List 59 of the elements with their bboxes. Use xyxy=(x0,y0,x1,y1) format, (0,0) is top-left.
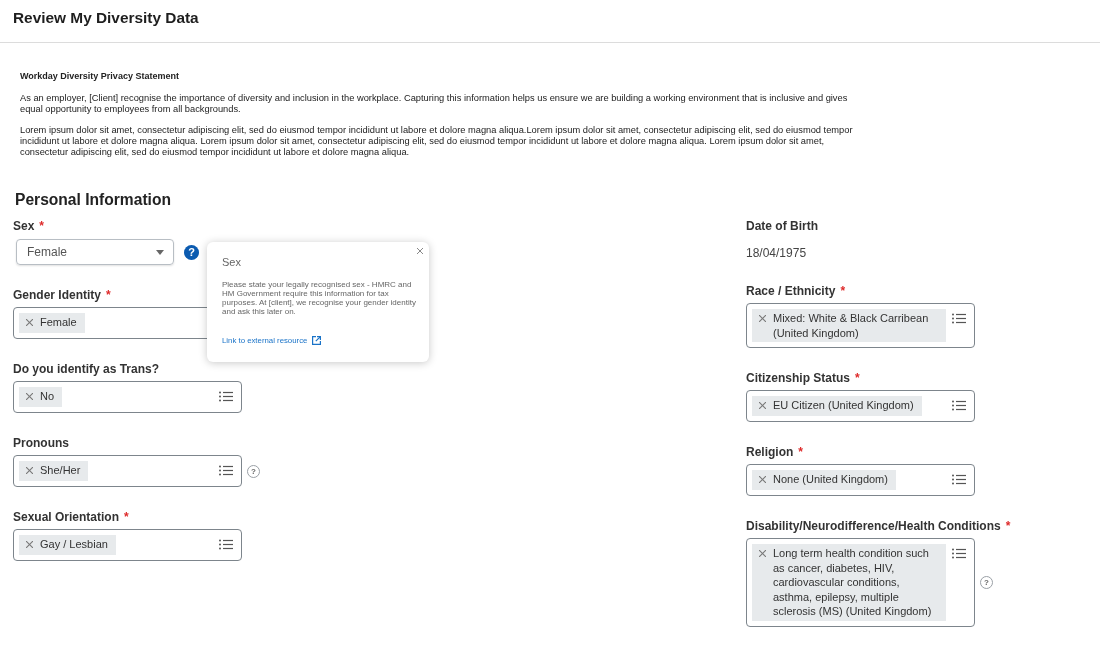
tag-label: None (United Kingdom) xyxy=(773,472,888,487)
statement-paragraph: Lorem ipsum dolor sit amet, consectetur adipiscing elit, sed do eiusmod tempor incididunt ut labore et dolore magna aliqua.Lorem ipsum dolor sit amet, consectetur adipiscing elit, sed do eiusmod tempor incididunt ut labore et dolore magna aliqua. Lorem ipsum dolor sit amet, consectetur adipiscing elit, sed do eiusmod tempor incididunt ut labore et dolore magna aliqua. Lorem ipsum dolor sit amet, consectetur adipiscing elit, sed do eiusmod tempor incididunt ut labore et dolore magna aliqua. xyxy=(20,125,854,158)
statement-title: Workday Diversity Privacy Statement xyxy=(20,71,180,82)
section-title: Personal Information xyxy=(15,190,172,210)
list-icon[interactable] xyxy=(952,548,966,559)
statement-paragraph: As an employer, [Client] recognise the importance of diversity and inclusion in the workplace. Capturing this information helps us ensure we are building a working environment that is inclusive and gives equal opportunity to employees from all backgrounds. xyxy=(20,93,849,115)
field-label: Gender Identity xyxy=(13,287,101,303)
required-asterisk: * xyxy=(39,218,45,234)
remove-icon[interactable] xyxy=(759,550,766,557)
field-label: Disability/Neurodifference/Health Conditions xyxy=(746,518,1001,534)
tag-label: No xyxy=(40,389,55,404)
required-asterisk: * xyxy=(840,283,846,299)
required-asterisk: * xyxy=(1005,518,1011,534)
tag-label: Gay / Lesbian xyxy=(40,537,108,552)
required-asterisk: * xyxy=(106,287,111,303)
list-icon[interactable] xyxy=(952,474,966,485)
close-icon[interactable] xyxy=(417,248,423,254)
list-icon[interactable] xyxy=(219,465,233,476)
field-label: Sexual Orientation xyxy=(13,509,120,525)
list-icon[interactable] xyxy=(219,391,233,402)
field-value: 18/04/1975 xyxy=(746,245,808,261)
select-dropdown[interactable]: Female xyxy=(16,239,174,265)
field-label: Sex xyxy=(13,218,35,234)
list-icon[interactable] xyxy=(219,539,233,550)
list-icon[interactable] xyxy=(952,313,966,324)
remove-icon[interactable] xyxy=(26,319,33,326)
remove-icon[interactable] xyxy=(759,402,766,409)
tag-label: Long term health condition such as cancer, diabetes, HIV, cardiovascular conditions, asthma, epilepsy, multiple sclerosis (MS) (United Kingdom) xyxy=(773,546,933,619)
field-label: Date of Birth xyxy=(746,218,818,234)
tag-label: EU Citizen (United Kingdom) xyxy=(773,398,914,413)
field-label: Race / Ethnicity xyxy=(746,283,836,299)
help-button[interactable]: ? xyxy=(184,244,199,260)
multiselect-field[interactable]: Long term health condition such as cancer, diabetes, HIV, cardiovascular conditions, asthma, epilepsy, multiple sclerosis (MS) (United Kingdom) xyxy=(746,538,975,627)
remove-icon[interactable] xyxy=(26,467,33,474)
field-label: Pronouns xyxy=(13,435,69,451)
required-asterisk: * xyxy=(124,509,129,525)
required-asterisk: * xyxy=(855,370,860,386)
field-label: Do you identify as Trans? xyxy=(13,361,160,377)
remove-icon[interactable] xyxy=(759,315,766,322)
page-title: Review My Diversity Data xyxy=(13,8,200,28)
remove-icon[interactable] xyxy=(26,541,33,548)
popover-title: Sex xyxy=(222,255,242,269)
multiselect-field[interactable]: EU Citizen (United Kingdom) xyxy=(746,390,975,422)
remove-icon[interactable] xyxy=(759,476,766,483)
caret-icon xyxy=(156,249,164,255)
field-label: Citizenship Status xyxy=(746,370,850,386)
list-icon[interactable] xyxy=(952,400,966,411)
tag-label: Mixed: White & Black Carribean (United Kingdom) xyxy=(773,311,930,340)
tag-label: She/Her xyxy=(40,463,81,478)
tag-label: Female xyxy=(40,315,77,330)
multiselect-field[interactable]: No xyxy=(13,381,242,413)
multiselect-field[interactable]: She/Her xyxy=(13,455,242,487)
field-label: Religion xyxy=(746,444,794,460)
external-link-icon xyxy=(312,336,322,345)
multiselect-field[interactable]: Mixed: White & Black Carribean (United Kingdom) xyxy=(746,303,975,348)
required-asterisk: * xyxy=(798,444,803,460)
remove-icon[interactable] xyxy=(26,393,33,400)
multiselect-field[interactable]: None (United Kingdom) xyxy=(746,464,975,496)
multiselect-field[interactable]: Gay / Lesbian xyxy=(13,529,242,561)
